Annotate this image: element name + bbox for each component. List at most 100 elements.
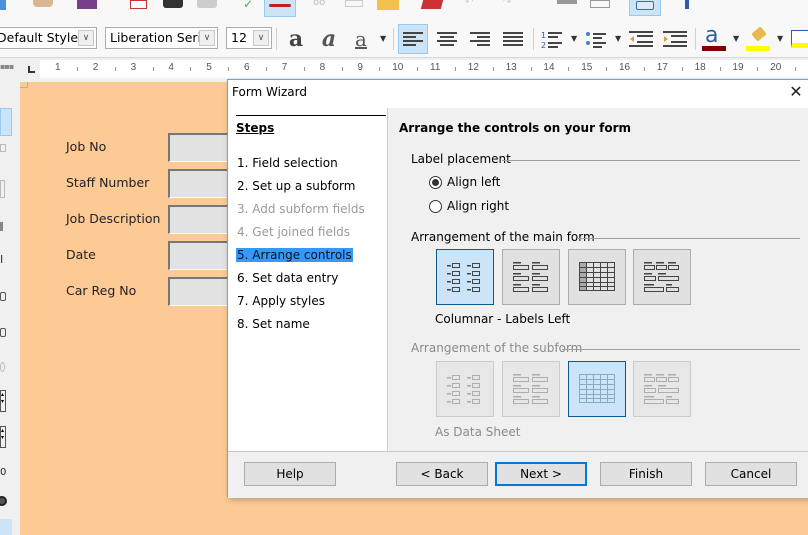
form-properties-icon[interactable] — [0, 180, 5, 198]
numeric-field-control-icon[interactable]: 0 — [0, 467, 6, 478]
paragraph-style-combo[interactable]: Default Style ∨ — [0, 27, 97, 49]
export-pdf-icon[interactable] — [130, 0, 147, 9]
spin-button-control-icon[interactable]: ▴ ▾ — [0, 426, 6, 448]
form-field-job-no[interactable] — [168, 133, 230, 162]
spellcheck-icon[interactable]: ✓ — [243, 0, 257, 12]
back-button[interactable]: < Back — [396, 462, 488, 486]
form-field-car-reg-no[interactable] — [168, 277, 230, 306]
font-color-button[interactable]: a — [699, 23, 729, 54]
form-field-staff-number[interactable] — [168, 169, 230, 198]
save-icon[interactable] — [77, 0, 97, 9]
new-document-icon[interactable] — [0, 0, 6, 10]
radio-control-icon[interactable] — [0, 496, 7, 506]
radio-checked-icon — [429, 175, 442, 189]
numbered-list-dropdown-icon[interactable]: ▼ — [571, 34, 577, 43]
step-get-joined-fields[interactable]: 4. Get joined fields — [236, 225, 351, 239]
print-icon[interactable] — [163, 0, 183, 8]
text-box-control-icon[interactable]: I — [0, 254, 3, 265]
undo-icon[interactable]: ↶ — [465, 0, 483, 12]
subform-layout-columnar-labels-left[interactable] — [436, 361, 494, 417]
numbered-list-button[interactable]: 12 — [537, 24, 567, 54]
more-controls-icon[interactable] — [0, 519, 12, 535]
align-center-button[interactable] — [432, 24, 462, 54]
main-layout-in-blocks[interactable] — [633, 249, 691, 305]
tab-stop-selector-icon[interactable] — [28, 66, 35, 73]
clone-formatting-icon[interactable] — [420, 0, 444, 9]
decrease-indent-button[interactable] — [626, 24, 656, 54]
form-label-staff-number[interactable]: Staff Number — [66, 175, 149, 190]
dialog-titlebar[interactable]: Form Wizard — [228, 80, 808, 108]
help-button[interactable]: Help — [244, 462, 336, 486]
checkbox-control-icon[interactable] — [0, 222, 3, 231]
step-set-data-entry[interactable]: 6. Set data entry — [236, 271, 339, 285]
control-properties-icon[interactable] — [0, 144, 6, 152]
align-right-radio[interactable]: Align right — [429, 199, 509, 213]
subform-layout-data-sheet[interactable] — [568, 361, 626, 417]
paragraph-background-button[interactable] — [787, 24, 808, 54]
form-label-job-no[interactable]: Job No — [66, 139, 106, 154]
increase-indent-button[interactable] — [660, 24, 690, 54]
chevron-down-icon[interactable]: ∨ — [253, 30, 269, 46]
next-button[interactable]: Next > — [495, 462, 587, 486]
insert-table-icon[interactable] — [590, 0, 610, 8]
step-field-selection[interactable]: 1. Field selection — [236, 156, 339, 170]
ruler-number: 3 — [130, 62, 137, 73]
form-wizard-dialog: Form Wizard ✕ Steps 1. Field selection 2… — [227, 79, 808, 498]
chevron-down-icon[interactable]: ∨ — [78, 30, 94, 46]
step-set-up-subform[interactable]: 2. Set up a subform — [236, 179, 356, 193]
subform-layout-in-blocks[interactable] — [633, 361, 691, 417]
insert-table-icon-top[interactable] — [345, 0, 363, 7]
align-left-icon — [403, 32, 423, 46]
form-field-date[interactable] — [168, 241, 230, 270]
bullet-list-dropdown-icon[interactable]: ▼ — [615, 34, 621, 43]
main-layout-data-sheet[interactable] — [568, 249, 626, 305]
underline-button[interactable]: a — [346, 24, 376, 54]
toolbar-grip-icon: ▪▪▪ — [0, 62, 14, 71]
subform-layout-columnar-labels-top[interactable] — [502, 361, 560, 417]
form-label-date[interactable]: Date — [66, 247, 96, 262]
form-field-job-description[interactable] — [168, 205, 230, 234]
find-replace-icon[interactable]: oo — [313, 0, 331, 12]
paragraph-background-icon — [791, 30, 808, 48]
horizontal-ruler[interactable]: 1 2 3 4 5 6 7 8 9 10 11 12 13 14 15 16 17 18 19 20 — [40, 60, 808, 78]
auto-spellcheck-icon[interactable] — [264, 0, 296, 17]
step-set-name[interactable]: 8. Set name — [236, 317, 311, 331]
open-folder-icon[interactable] — [33, 0, 53, 7]
push-button-control-icon[interactable] — [0, 292, 6, 301]
cancel-button[interactable]: Cancel — [705, 462, 797, 486]
italic-button[interactable]: a — [314, 24, 344, 54]
ruler-number: 4 — [168, 62, 174, 73]
form-label-job-description[interactable]: Job Description — [66, 211, 160, 226]
option-button-control-icon[interactable] — [0, 362, 5, 372]
chevron-down-icon[interactable]: ∨ — [199, 30, 215, 46]
font-color-dropdown-icon[interactable]: ▼ — [733, 34, 739, 43]
design-mode-icon[interactable] — [0, 108, 12, 136]
insert-image-icon[interactable] — [557, 0, 577, 4]
bold-button[interactable]: a — [281, 24, 311, 54]
navigator-icon[interactable] — [377, 0, 399, 10]
step-arrange-controls[interactable]: 5. Arrange controls — [236, 248, 353, 262]
redo-icon[interactable]: ↷ — [503, 0, 521, 12]
justify-button[interactable] — [498, 24, 528, 54]
main-layout-columnar-labels-top[interactable] — [502, 249, 560, 305]
font-size-combo[interactable]: 12 ∨ — [226, 27, 272, 49]
step-apply-styles[interactable]: 7. Apply styles — [236, 294, 326, 308]
close-icon[interactable]: ✕ — [786, 82, 806, 102]
list-box-control-icon[interactable] — [0, 328, 6, 337]
form-design-icon[interactable] — [629, 0, 661, 16]
main-layout-columnar-labels-left[interactable] — [436, 249, 494, 305]
underline-dropdown-icon[interactable]: ▼ — [380, 34, 386, 43]
align-left-radio[interactable]: Align left — [429, 175, 500, 189]
highlight-button[interactable] — [743, 24, 773, 54]
align-right-button[interactable] — [465, 24, 495, 54]
step-add-subform-fields[interactable]: 3. Add subform fields — [236, 202, 366, 216]
print-preview-icon[interactable] — [197, 0, 217, 8]
highlight-dropdown-icon[interactable]: ▼ — [777, 34, 783, 43]
align-left-button[interactable] — [398, 24, 428, 54]
special-char-icon[interactable] — [685, 0, 689, 9]
font-name-combo[interactable]: Liberation Serif ∨ — [105, 27, 218, 49]
bullet-list-button[interactable] — [581, 24, 611, 54]
combo-box-control-icon[interactable]: ▴ ▾ — [0, 390, 6, 412]
form-label-car-reg-no[interactable]: Car Reg No — [66, 283, 136, 298]
finish-button[interactable]: Finish — [600, 462, 692, 486]
